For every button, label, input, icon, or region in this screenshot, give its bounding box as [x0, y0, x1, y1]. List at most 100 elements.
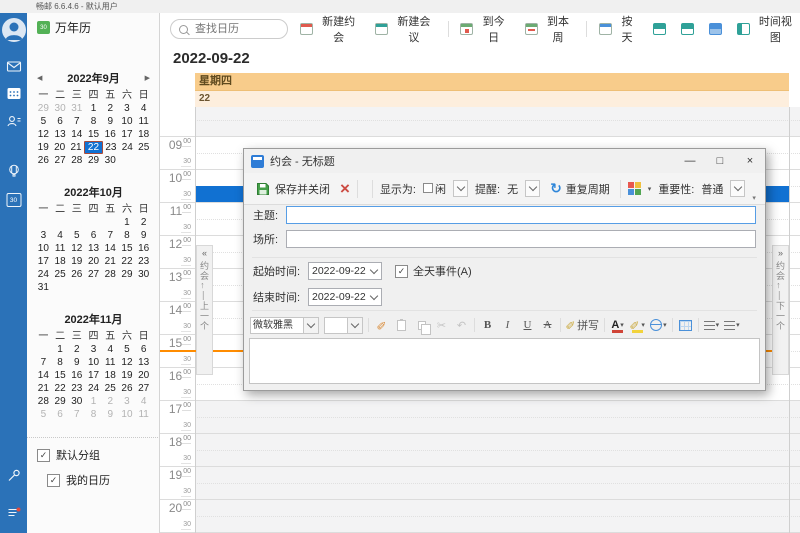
mini-calendar-day[interactable]: 17 [35, 255, 52, 268]
mini-calendar-day[interactable]: 7 [102, 229, 119, 242]
previous-appointment-tab[interactable]: « 约会←—上一个 [196, 245, 213, 375]
mini-calendar-day[interactable]: 24 [119, 141, 135, 154]
importance-value[interactable]: 普通 [701, 181, 723, 197]
mini-calendar-day[interactable]: 1 [85, 395, 102, 408]
underline-button[interactable]: U [520, 317, 535, 334]
highlight-color-button[interactable]: ✎▾ [630, 317, 645, 334]
importance-dropdown[interactable] [730, 180, 745, 197]
category-dropdown-icon[interactable]: ▾ [648, 185, 652, 193]
mini-calendar-day[interactable]: 6 [52, 115, 69, 128]
dialog-titlebar[interactable]: 约会 - 无标题 — □ × [244, 149, 765, 173]
mini-calendar-day[interactable]: 11 [135, 408, 152, 421]
mini-calendar-day[interactable]: 5 [119, 343, 136, 356]
font-family-dropdown[interactable] [304, 317, 319, 334]
show-as-value[interactable]: 闲 [423, 181, 446, 197]
mini-calendar-day[interactable]: 4 [52, 229, 69, 242]
mini-calendar-day[interactable]: 17 [85, 369, 102, 382]
contacts-icon[interactable] [6, 114, 21, 129]
mini-calendar-day[interactable]: 10 [119, 115, 136, 128]
mini-calendar-day[interactable]: 3 [119, 395, 136, 408]
mini-calendar-day[interactable]: 6 [52, 408, 69, 421]
mini-calendar-day[interactable]: 6 [135, 343, 152, 356]
mini-calendar-day[interactable]: 10 [85, 356, 102, 369]
mini-calendar-day[interactable]: 27 [85, 268, 102, 281]
background-color-button[interactable]: ▾ [650, 317, 667, 334]
view-month-button[interactable] [706, 21, 725, 37]
mail-icon[interactable] [6, 59, 21, 74]
undo-icon[interactable]: ↶ [454, 317, 469, 334]
mini-calendar-day[interactable]: 9 [102, 408, 119, 421]
mini-calendar-day[interactable]: 10 [119, 408, 136, 421]
mini-calendar-day[interactable]: 12 [35, 128, 52, 141]
minimize-icon[interactable]: — [675, 150, 705, 172]
go-this-week-button[interactable]: 到本周 [522, 11, 577, 47]
mini-calendar-day[interactable]: 15 [119, 242, 136, 255]
format-painter-icon[interactable]: ✎ [373, 318, 390, 333]
category-color-icon[interactable] [628, 182, 641, 195]
mini-calendar-day[interactable]: 29 [119, 268, 136, 281]
mini-calendar-day[interactable]: 7 [68, 408, 85, 421]
mini-calendar-day[interactable]: 14 [102, 242, 119, 255]
mini-calendar-day[interactable]: 21 [68, 141, 84, 154]
mini-calendar-day[interactable]: 18 [102, 369, 119, 382]
mini-calendar-day[interactable]: 13 [135, 356, 152, 369]
mini-calendar-day[interactable]: 5 [68, 229, 85, 242]
mini-calendar-day[interactable]: 9 [102, 115, 119, 128]
time-view-button[interactable]: 时间视图 [734, 11, 800, 47]
mini-calendar-day[interactable]: 7 [68, 115, 85, 128]
mini-calendar-day[interactable]: 28 [35, 395, 52, 408]
show-as-dropdown[interactable] [453, 180, 468, 197]
mini-calendar-day[interactable]: 23 [68, 382, 85, 395]
mini-calendar-day[interactable]: 8 [85, 115, 102, 128]
mini-calendar-day[interactable]: 4 [102, 343, 119, 356]
mini-calendar-day[interactable]: 11 [102, 356, 119, 369]
mini-calendar-day[interactable]: 10 [35, 242, 52, 255]
mini-calendar-day[interactable]: 17 [119, 128, 136, 141]
mini-calendar-day[interactable]: 8 [85, 408, 102, 421]
end-date-select[interactable]: 2022-09-22 [308, 288, 382, 306]
mini-calendar-day[interactable]: 29 [85, 154, 102, 167]
view-week-button[interactable] [678, 21, 697, 37]
mini-calendar-day[interactable]: 15 [85, 128, 102, 141]
mini-calendar-day[interactable]: 19 [68, 255, 85, 268]
reminder-dropdown[interactable] [525, 180, 540, 197]
mini-calendar-day[interactable]: 30 [52, 102, 69, 115]
strikethrough-button[interactable]: A [540, 317, 555, 334]
location-input[interactable] [286, 230, 756, 248]
mini-calendar-day[interactable]: 11 [52, 242, 69, 255]
day-banner[interactable]: 星期四 22 [195, 73, 789, 108]
delete-icon[interactable]: × [340, 181, 350, 197]
settings-wrench-icon[interactable] [6, 468, 21, 483]
mini-calendar-day[interactable]: 3 [119, 102, 136, 115]
search-input[interactable] [193, 22, 279, 36]
italic-button[interactable]: I [500, 317, 515, 334]
font-size-select[interactable] [324, 317, 363, 334]
font-family-select[interactable]: 微软雅黑 [250, 317, 319, 334]
mini-calendar-day[interactable]: 19 [119, 369, 136, 382]
mini-calendar-day[interactable]: 12 [68, 242, 85, 255]
lantern-icon[interactable] [6, 163, 21, 178]
mini-calendar-day[interactable]: 4 [135, 395, 152, 408]
mini-calendar-day[interactable]: 26 [68, 268, 85, 281]
checkbox-checked-icon[interactable]: ✓ [47, 474, 60, 487]
mini-calendar-day[interactable]: 28 [102, 268, 119, 281]
user-avatar[interactable] [2, 18, 26, 42]
mini-calendar-day[interactable]: 25 [52, 268, 69, 281]
mini-calendar-day[interactable]: 21 [102, 255, 119, 268]
subject-input[interactable] [286, 206, 756, 224]
mini-calendar-day[interactable]: 8 [119, 229, 136, 242]
mini-calendar-day[interactable]: 5 [35, 408, 52, 421]
calendar-group-item[interactable]: ✓我的日历 [47, 472, 158, 488]
save-and-close-button[interactable]: 保存并关闭 [252, 179, 333, 199]
mini-calendar-day[interactable]: 11 [135, 115, 152, 128]
mini-calendar-day[interactable]: 8 [52, 356, 69, 369]
start-date-select[interactable]: 2022-09-22 [308, 262, 382, 280]
mini-calendar-day[interactable]: 30 [68, 395, 85, 408]
mini-calendar-day[interactable]: 29 [35, 102, 52, 115]
mini-calendar-day[interactable]: 3 [35, 229, 52, 242]
mini-calendar-day[interactable]: 15 [52, 369, 69, 382]
mini-calendar-day[interactable]: 31 [68, 102, 85, 115]
collapse-left-icon[interactable]: « [202, 248, 207, 258]
mini-calendar-day[interactable]: 9 [135, 229, 152, 242]
all-day-event-checkbox[interactable]: ✓ 全天事件(A) [395, 263, 472, 279]
